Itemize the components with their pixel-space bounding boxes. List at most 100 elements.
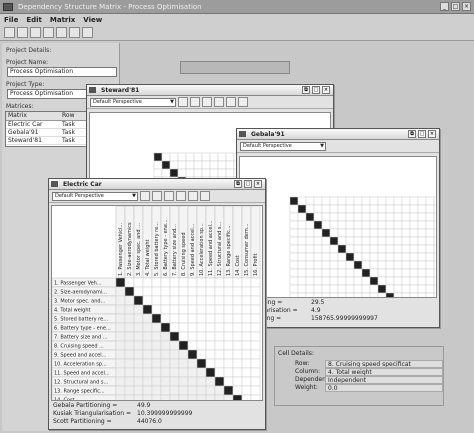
matrix-cell[interactable] bbox=[196, 322, 207, 333]
matrix-cell[interactable] bbox=[297, 292, 307, 297]
matrix-cell[interactable] bbox=[187, 286, 198, 297]
matrix-cell[interactable] bbox=[241, 394, 252, 401]
matrix-cell[interactable] bbox=[133, 394, 144, 401]
matrix-cell[interactable] bbox=[289, 236, 299, 246]
matrix-cell[interactable] bbox=[169, 152, 179, 162]
matrix-cell[interactable] bbox=[153, 152, 163, 162]
matrix-cell[interactable] bbox=[369, 244, 379, 254]
matrix-cell[interactable] bbox=[124, 295, 135, 306]
matrix-cell[interactable] bbox=[187, 358, 198, 369]
gebala-titlebar[interactable]: Gebala'91 ⧉ □ × bbox=[237, 129, 439, 140]
matrix-cell[interactable] bbox=[133, 295, 144, 306]
matrix-cell[interactable] bbox=[353, 284, 363, 294]
matrix-cell[interactable] bbox=[177, 160, 187, 170]
matrix-cell[interactable] bbox=[385, 220, 395, 230]
matrix-cell[interactable] bbox=[337, 204, 347, 214]
matrix-cell[interactable] bbox=[196, 349, 207, 360]
matrix-cell[interactable] bbox=[223, 304, 234, 315]
sort-icon[interactable] bbox=[152, 191, 162, 201]
matrix-cell[interactable] bbox=[401, 284, 411, 294]
matrix-cell[interactable] bbox=[223, 394, 234, 401]
matrix-cell[interactable] bbox=[241, 322, 252, 333]
matrix-cell[interactable] bbox=[417, 292, 427, 297]
matrix-cell[interactable] bbox=[214, 340, 225, 351]
matrix-cell[interactable] bbox=[361, 284, 371, 294]
matrix-cell[interactable] bbox=[214, 304, 225, 315]
matrix-cell[interactable] bbox=[329, 212, 339, 222]
matrix-cell[interactable] bbox=[187, 340, 198, 351]
matrix-cell[interactable] bbox=[124, 277, 135, 288]
matrix-cell[interactable] bbox=[321, 244, 331, 254]
matrix-cell[interactable] bbox=[187, 385, 198, 396]
matrix-cell[interactable] bbox=[187, 304, 198, 315]
matrix-cell[interactable] bbox=[337, 212, 347, 222]
matrix-cell[interactable] bbox=[196, 376, 207, 387]
matrix-cell[interactable] bbox=[115, 358, 126, 369]
matrix-cell[interactable] bbox=[214, 349, 225, 360]
matrix-cell[interactable] bbox=[313, 244, 323, 254]
matrix-cell[interactable] bbox=[142, 322, 153, 333]
matrix-cell[interactable] bbox=[305, 260, 315, 270]
matrix-cell[interactable] bbox=[217, 168, 227, 178]
matrix-cell[interactable] bbox=[214, 322, 225, 333]
import-icon[interactable] bbox=[43, 27, 54, 38]
matrix-cell[interactable] bbox=[160, 385, 171, 396]
matrix-cell[interactable] bbox=[232, 367, 243, 378]
matrix-cell[interactable] bbox=[353, 244, 363, 254]
matrix-cell[interactable] bbox=[409, 268, 419, 278]
matrix-cell[interactable] bbox=[313, 260, 323, 270]
matrix-cell[interactable] bbox=[225, 152, 235, 162]
matrix-cell[interactable] bbox=[169, 168, 179, 178]
matrix-cell[interactable] bbox=[142, 367, 153, 378]
matrix-cell[interactable] bbox=[142, 313, 153, 324]
matrix-cell[interactable] bbox=[289, 228, 299, 238]
matrix-cell[interactable] bbox=[329, 196, 339, 206]
matrix-cell[interactable] bbox=[305, 204, 315, 214]
matrix-cell[interactable] bbox=[142, 394, 153, 401]
matrix-cell[interactable] bbox=[385, 228, 395, 238]
matrix-cell[interactable] bbox=[193, 152, 203, 162]
matrix-cell[interactable] bbox=[409, 236, 419, 246]
matrix-cell[interactable] bbox=[401, 196, 411, 206]
matrix-cell[interactable] bbox=[433, 292, 436, 297]
electric-titlebar[interactable]: Electric Car ⧉ □ × bbox=[49, 179, 265, 190]
matrix-cell[interactable] bbox=[393, 260, 403, 270]
matrix-cell[interactable] bbox=[433, 260, 436, 270]
matrix-cell[interactable] bbox=[369, 252, 379, 262]
matrix-cell[interactable] bbox=[115, 349, 126, 360]
matrix-cell[interactable] bbox=[297, 220, 307, 230]
matrix-cell[interactable] bbox=[133, 385, 144, 396]
matrix-cell[interactable] bbox=[393, 276, 403, 286]
matrix-cell[interactable] bbox=[151, 376, 162, 387]
matrix-cell[interactable] bbox=[169, 277, 180, 288]
matrix-cell[interactable] bbox=[313, 212, 323, 222]
matrix-cell[interactable] bbox=[160, 340, 171, 351]
matrix-cell[interactable] bbox=[151, 286, 162, 297]
matrix-cell[interactable] bbox=[151, 331, 162, 342]
matrix-cell[interactable] bbox=[353, 228, 363, 238]
maximize-icon[interactable]: □ bbox=[312, 86, 320, 94]
matrix-cell[interactable] bbox=[178, 277, 189, 288]
matrix-cell[interactable] bbox=[124, 376, 135, 387]
matrix-cell[interactable] bbox=[425, 260, 435, 270]
matrix-cell[interactable] bbox=[142, 286, 153, 297]
matrix-cell[interactable] bbox=[161, 152, 171, 162]
matrix-cell[interactable] bbox=[401, 220, 411, 230]
matrix-cell[interactable] bbox=[196, 295, 207, 306]
matrix-cell[interactable] bbox=[250, 358, 261, 369]
matrix-cell[interactable] bbox=[297, 268, 307, 278]
matrix-cell[interactable] bbox=[377, 196, 387, 206]
matrix-cell[interactable] bbox=[297, 260, 307, 270]
matrix-cell[interactable] bbox=[169, 340, 180, 351]
matrix-cell[interactable] bbox=[345, 260, 355, 270]
matrix-cell[interactable] bbox=[329, 268, 339, 278]
matrix-cell[interactable] bbox=[417, 284, 427, 294]
matrix-cell[interactable] bbox=[214, 385, 225, 396]
matrix-cell[interactable] bbox=[241, 295, 252, 306]
matrix-cell[interactable] bbox=[297, 244, 307, 254]
matrix-cell[interactable] bbox=[377, 268, 387, 278]
matrix-cell[interactable] bbox=[417, 212, 427, 222]
matrix-cell[interactable] bbox=[401, 252, 411, 262]
sort-icon[interactable] bbox=[190, 97, 200, 107]
matrix-cell[interactable] bbox=[321, 276, 331, 286]
